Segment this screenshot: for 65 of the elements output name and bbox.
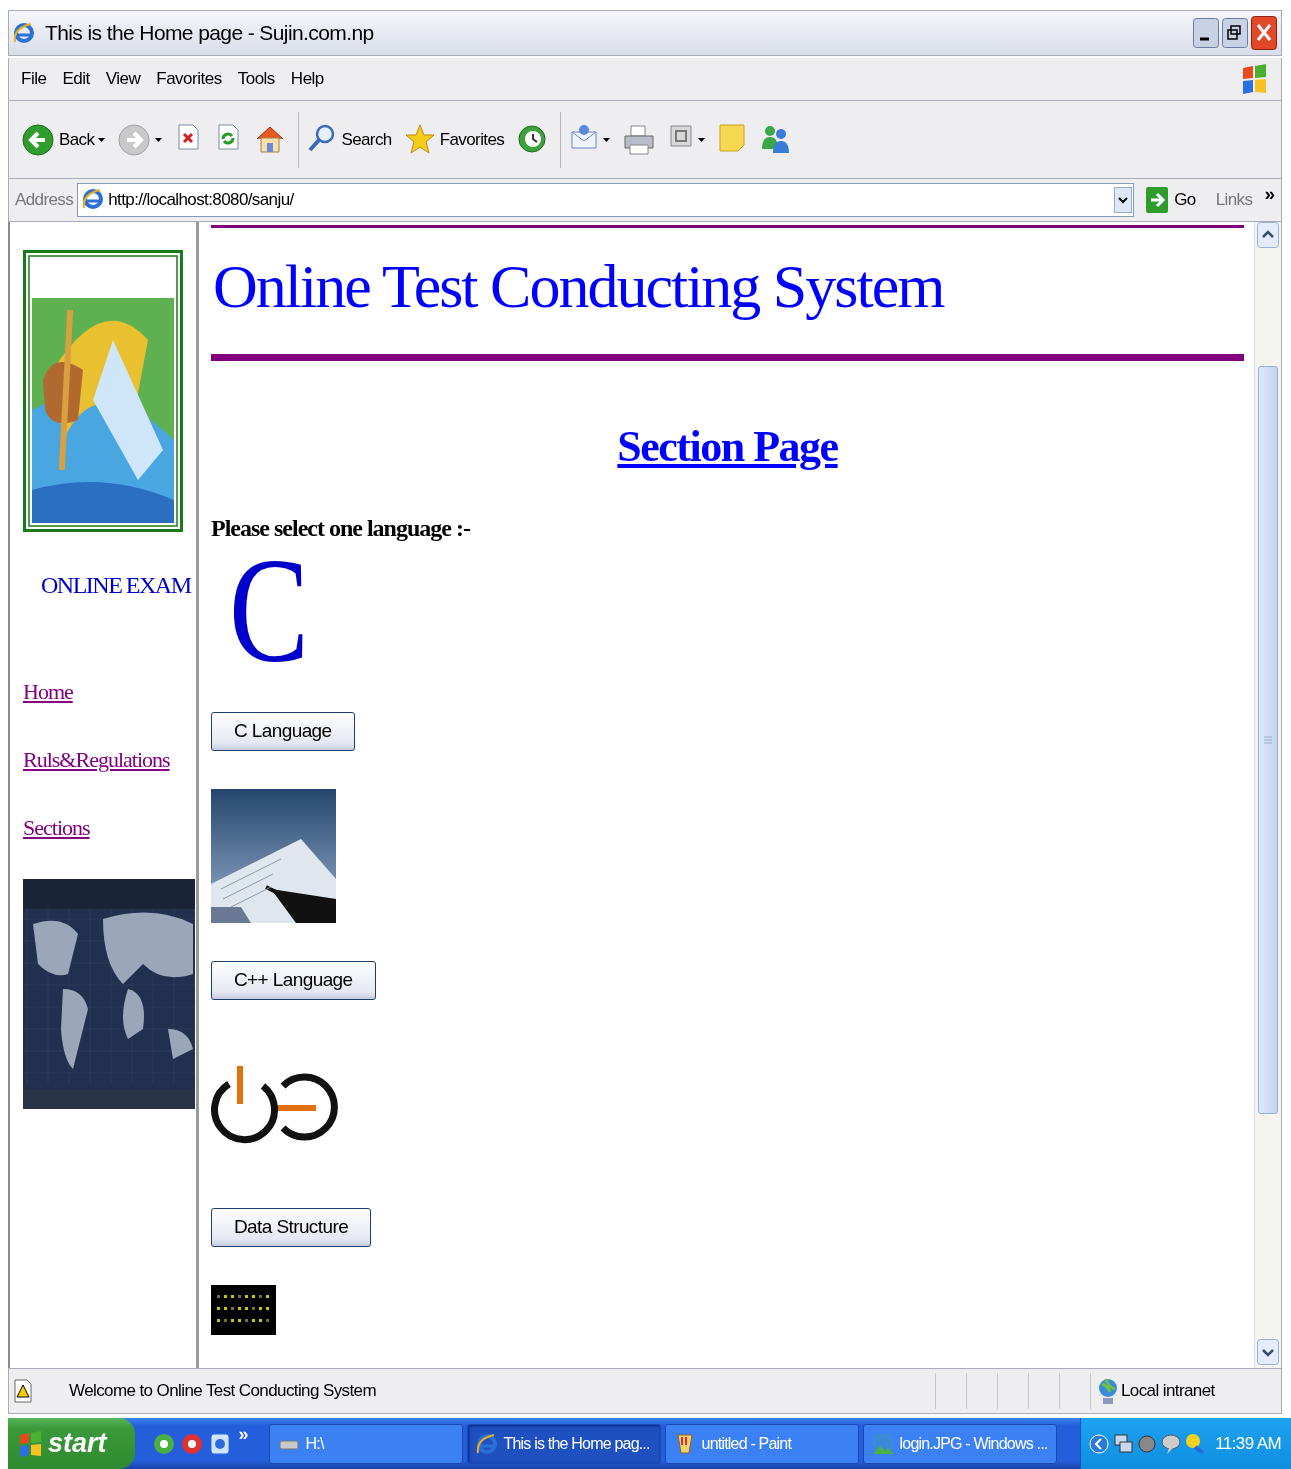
windows-flag-icon: [1241, 64, 1267, 94]
dropdown-button[interactable]: [1114, 187, 1133, 213]
scroll-up-button[interactable]: [1257, 222, 1279, 248]
address-field[interactable]: http://localhost:8080/sanju/: [77, 183, 1135, 217]
page-title: Online Test Conducting System: [213, 251, 944, 322]
tray-app-icon[interactable]: [1137, 1432, 1158, 1455]
grip-icon: [1264, 736, 1272, 744]
menu-item[interactable]: Favorites: [150, 67, 228, 91]
caret-icon: [98, 137, 106, 142]
site-caption: ONLINE EXAM: [41, 572, 192, 599]
taskbar-button[interactable]: login.JPG - Windows ...: [862, 1423, 1057, 1464]
caret-icon: [155, 137, 163, 142]
language-button[interactable]: Data Structure: [211, 1208, 372, 1247]
taskbar-button[interactable]: untitled - Paint: [664, 1423, 859, 1464]
search-button[interactable]: Search: [303, 120, 396, 159]
ie-icon: [475, 1432, 498, 1455]
start-button[interactable]: start: [8, 1418, 135, 1469]
show-hidden-icon[interactable]: [1089, 1432, 1110, 1455]
nav-link[interactable]: Sections: [23, 815, 90, 841]
globe-icon: [1097, 1376, 1119, 1406]
more-button[interactable]: »: [238, 1424, 249, 1445]
quick-launch-icon[interactable]: [152, 1431, 175, 1456]
restore-button[interactable]: [1222, 18, 1248, 48]
window-title: This is the Home page - Sujin.com.np: [45, 21, 375, 45]
status-text: Welcome to Online Test Conducting System: [69, 1381, 378, 1401]
c-logo: C: [229, 548, 310, 672]
menu-item[interactable]: Edit: [56, 67, 96, 91]
nav-link[interactable]: Ruls&Regulations: [23, 747, 170, 773]
taskbar-button[interactable]: H:\: [268, 1423, 463, 1464]
links-button[interactable]: Links: [1215, 190, 1253, 210]
browser-logo-icon: [13, 22, 35, 44]
update-icon[interactable]: [1185, 1432, 1206, 1455]
page-icon: [82, 188, 105, 212]
back-button[interactable]: Back: [17, 120, 110, 159]
balloon-icon[interactable]: [1161, 1432, 1182, 1455]
star-icon: [403, 122, 436, 157]
quick-launch-icon[interactable]: [180, 1431, 203, 1456]
nav-link[interactable]: Home: [23, 679, 73, 705]
more-button[interactable]: »: [1264, 183, 1275, 205]
menu-item[interactable]: Tools: [231, 67, 281, 91]
close-button[interactable]: [1251, 16, 1277, 50]
go-button[interactable]: Go: [1140, 186, 1202, 214]
language-button[interactable]: C Language: [211, 712, 355, 751]
taskbar-button[interactable]: This is the Home pag...: [466, 1423, 661, 1464]
zone-text: Local intranet: [1121, 1381, 1215, 1401]
section-heading: Section Page: [617, 421, 838, 473]
menu-item[interactable]: Help: [284, 67, 330, 91]
scroll-down-button[interactable]: [1257, 1339, 1279, 1365]
language-button[interactable]: C++ Language: [211, 961, 376, 1000]
clock: 11:39 AM: [1215, 1433, 1281, 1454]
windows-flag-icon: [18, 1430, 42, 1457]
caret-icon: [698, 137, 706, 142]
favorites-button[interactable]: Favorites: [399, 120, 509, 159]
scrollbar-thumb[interactable]: [1258, 366, 1278, 1114]
menu-item[interactable]: File: [15, 67, 53, 91]
quick-launch-icon[interactable]: [208, 1431, 231, 1456]
language-prompt: Please select one language :-: [211, 515, 470, 542]
network-icon[interactable]: [1113, 1432, 1134, 1455]
printer-icon: [622, 122, 657, 157]
minimize-button[interactable]: [1193, 18, 1219, 48]
warning-page-icon: [13, 1379, 33, 1403]
caret-icon: [603, 137, 611, 142]
menu-item[interactable]: View: [99, 67, 147, 91]
address-label: Address: [15, 190, 74, 210]
image-icon: [871, 1432, 894, 1455]
